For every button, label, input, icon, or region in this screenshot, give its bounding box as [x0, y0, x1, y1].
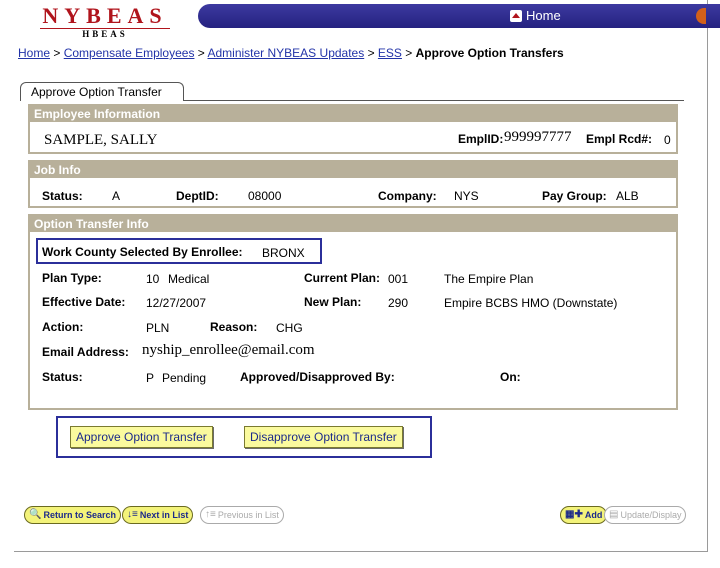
- add-label: Add: [584, 510, 603, 520]
- emplid-value: 999997777: [504, 129, 572, 145]
- breadcrumb-separator: >: [405, 46, 413, 60]
- magnifier-icon: 🔍: [29, 509, 42, 520]
- previous-in-list-button[interactable]: ↑≡ Previous in List: [200, 506, 284, 524]
- breadcrumb-ess[interactable]: ESS: [378, 46, 402, 60]
- effective-date-label: Effective Date:: [42, 295, 126, 309]
- breadcrumb-current: Approve Option Transfers: [415, 46, 564, 60]
- current-plan-code: 001: [388, 272, 409, 286]
- next-list-icon: ↓≡: [127, 509, 138, 520]
- employee-info-header: Employee Information: [30, 106, 676, 122]
- logo-main-text: NYBEAS: [40, 4, 170, 29]
- breadcrumb-compensate[interactable]: Compensate Employees: [64, 46, 195, 60]
- new-plan-label: New Plan:: [304, 295, 362, 309]
- logo-sub-text: HBEAS: [82, 29, 128, 39]
- dept-label: DeptID:: [176, 189, 219, 203]
- update-display-button[interactable]: ▤ Update/Display: [604, 506, 687, 524]
- breadcrumb-administer[interactable]: Administer NYBEAS Updates: [207, 46, 364, 60]
- banner-edge-tab: [696, 8, 706, 24]
- action-label: Action:: [42, 320, 84, 334]
- transfer-status-code: P: [146, 371, 155, 385]
- employee-name: SAMPLE, SALLY: [44, 132, 158, 148]
- tab-approve-option-transfer[interactable]: Approve Option Transfer: [20, 82, 184, 101]
- add-icon: ▦✚: [565, 509, 583, 520]
- home-icon: [510, 9, 522, 22]
- disapprove-option-transfer-button[interactable]: Disapprove Option Transfer: [244, 426, 403, 448]
- next-in-list-label: Next in List: [139, 510, 189, 520]
- previous-list-icon: ↑≡: [205, 509, 216, 520]
- update-display-icon: ▤: [609, 509, 619, 520]
- reason-label: Reason:: [210, 320, 258, 334]
- breadcrumb-home[interactable]: Home: [18, 46, 50, 60]
- return-to-search-button[interactable]: 🔍 Return to Search: [24, 506, 121, 524]
- email-value: nyship_enrollee@email.com: [142, 342, 315, 358]
- on-label: On:: [500, 370, 521, 384]
- job-status-value: A: [112, 189, 121, 203]
- new-plan-name: Empire BCBS HMO (Downstate): [444, 296, 618, 310]
- reason-value: CHG: [276, 321, 303, 335]
- transfer-status-text: Pending: [162, 371, 207, 385]
- company-value: NYS: [454, 189, 479, 203]
- pay-group-label: Pay Group:: [542, 189, 607, 203]
- email-label: Email Address:: [42, 345, 129, 359]
- current-plan-name: The Empire Plan: [444, 272, 534, 286]
- current-plan-label: Current Plan:: [304, 271, 381, 285]
- empl-rcd-value: 0: [664, 133, 671, 147]
- plan-type-name: Medical: [168, 272, 210, 286]
- emplid-label: EmplID:: [458, 132, 504, 146]
- home-label: Home: [526, 8, 561, 23]
- transfer-status-label: Status:: [42, 370, 83, 384]
- dept-value: 08000: [248, 189, 282, 203]
- previous-in-list-label: Previous in List: [217, 510, 279, 520]
- job-status-label: Status:: [42, 189, 83, 203]
- plan-type-code: 10: [146, 272, 160, 286]
- breadcrumb-separator: >: [197, 46, 205, 60]
- pay-group-value: ALB: [616, 189, 639, 203]
- employee-info-section: Employee Information SAMPLE, SALLY EmplI…: [28, 104, 678, 154]
- action-value: PLN: [146, 321, 170, 335]
- empl-rcd-label: Empl Rcd#:: [586, 132, 653, 146]
- option-transfer-header: Option Transfer Info: [30, 216, 676, 232]
- job-info-header: Job Info: [30, 162, 676, 178]
- approved-by-label: Approved/Disapproved By:: [240, 370, 395, 384]
- option-transfer-section: Option Transfer Info Work County Selecte…: [28, 214, 678, 410]
- home-link[interactable]: Home: [510, 8, 561, 23]
- company-label: Company:: [378, 189, 437, 203]
- breadcrumb-separator: >: [53, 46, 61, 60]
- nybeas-logo: NYBEAS HBEAS: [40, 4, 170, 40]
- plan-type-label: Plan Type:: [42, 271, 102, 285]
- job-info-section: Job Info Status: A DeptID: 08000 Company…: [28, 160, 678, 208]
- new-plan-code: 290: [388, 296, 409, 310]
- county-label: Work County Selected By Enrollee:: [42, 245, 243, 259]
- return-to-search-label: Return to Search: [43, 510, 116, 520]
- top-banner: [198, 4, 720, 28]
- effective-date-value: 12/27/2007: [146, 296, 207, 310]
- add-button[interactable]: ▦✚ Add: [560, 506, 608, 524]
- approve-option-transfer-button[interactable]: Approve Option Transfer: [70, 426, 213, 448]
- next-in-list-button[interactable]: ↓≡ Next in List: [122, 506, 194, 524]
- breadcrumb-separator: >: [367, 46, 375, 60]
- update-display-label: Update/Display: [620, 510, 682, 520]
- county-value: BRONX: [262, 246, 305, 260]
- breadcrumb: Home > Compensate Employees > Administer…: [18, 46, 564, 60]
